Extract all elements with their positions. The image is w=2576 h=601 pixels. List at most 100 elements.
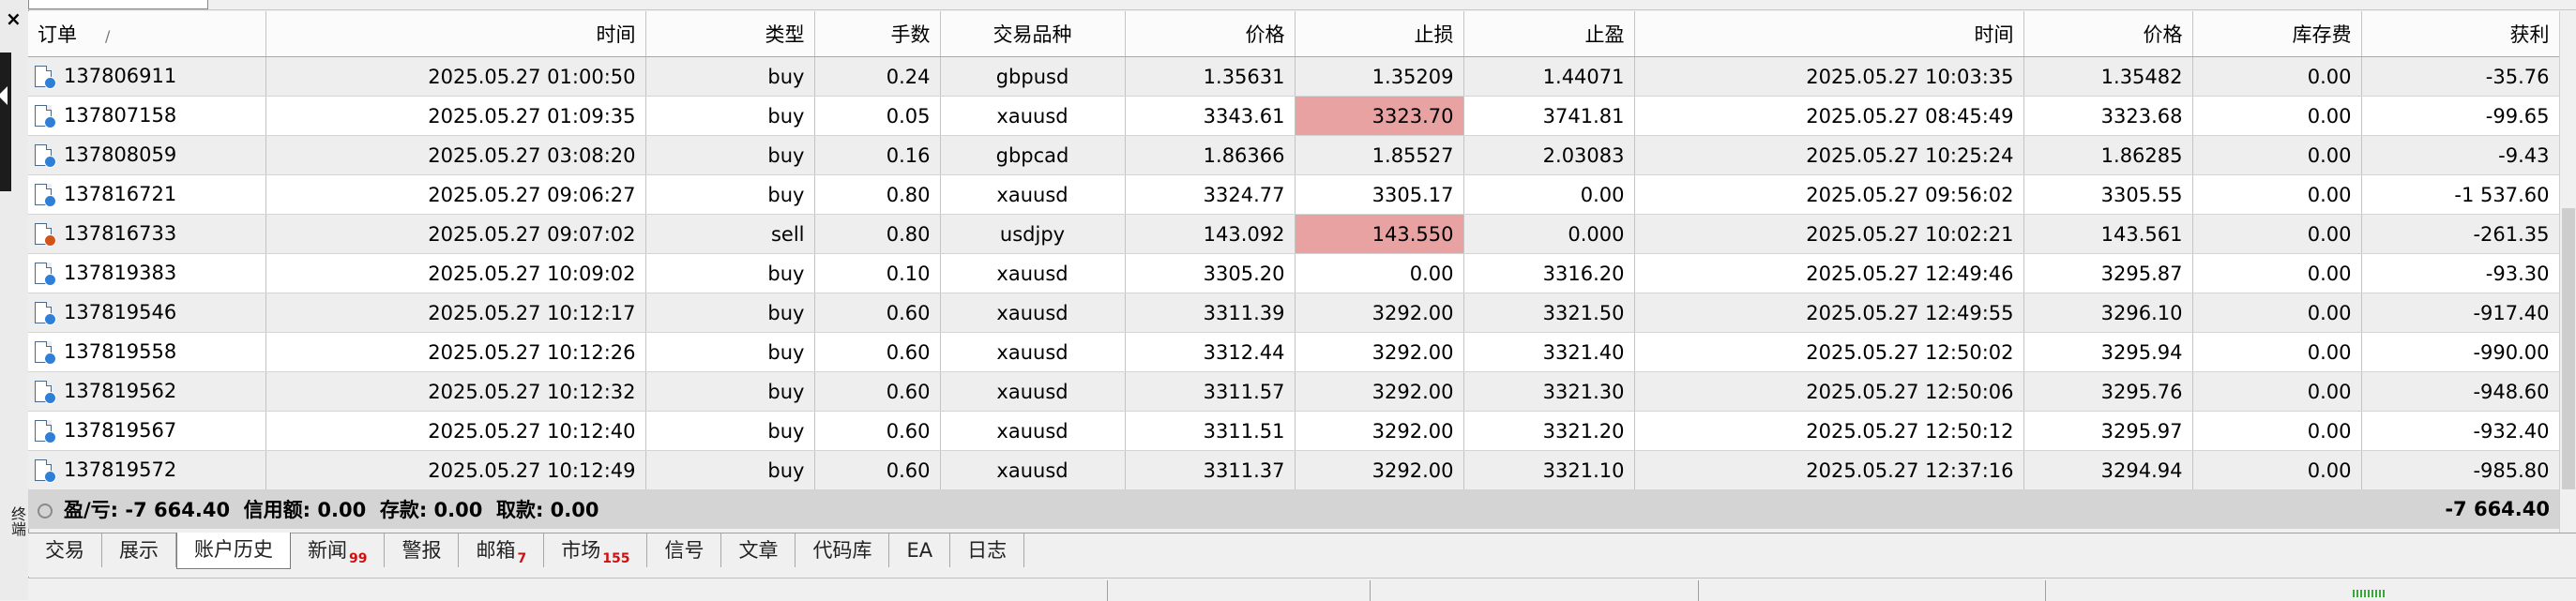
- column-header-sl[interactable]: 止损: [1295, 11, 1464, 57]
- tab-9[interactable]: 代码库: [796, 533, 890, 567]
- tab-10[interactable]: EA: [889, 533, 951, 567]
- vertical-scrollbar[interactable]: [2559, 11, 2576, 533]
- tab-1[interactable]: 展示: [102, 533, 176, 567]
- cell-value: buy: [767, 340, 805, 364]
- cell-value: 2025.05.27 01:00:50: [428, 65, 636, 88]
- column-header-label: 时间: [1974, 23, 2014, 46]
- cell-value: 3295.76: [2100, 380, 2183, 403]
- cell-value: 2025.05.27 10:12:26: [428, 340, 636, 364]
- column-header-open-price[interactable]: 价格: [1125, 11, 1296, 57]
- collapse-arrow-icon[interactable]: [0, 86, 8, 105]
- cell-value: 1.44071: [1542, 65, 1625, 88]
- cell-value: 137819558: [64, 339, 177, 363]
- tab-label: 交易: [45, 539, 84, 562]
- cell-value: 0.00: [2307, 65, 2352, 88]
- table-row[interactable]: 137819546 2025.05.27 10:12:17 buy 0.60 xauus…: [28, 293, 2560, 333]
- cell-open-price: 3311.51: [1125, 411, 1296, 451]
- cell-close-time: 2025.05.27 08:45:49: [1634, 96, 2024, 136]
- table-row[interactable]: 137819383 2025.05.27 10:09:02 buy 0.10 xauus…: [28, 253, 2560, 293]
- cell-tp: 2.03083: [1463, 135, 1635, 175]
- tab-2[interactable]: 账户历史: [176, 533, 291, 569]
- table-row[interactable]: 137816721 2025.05.27 09:06:27 buy 0.80 xauus…: [28, 174, 2560, 215]
- column-header-label: 类型: [765, 23, 805, 46]
- cell-profit: -990.00: [2361, 332, 2560, 372]
- terminal-side-label: 终端: [8, 506, 26, 536]
- cell-value: 1.85527: [1371, 143, 1454, 167]
- cell-value: xauusd: [996, 104, 1068, 128]
- tab-label: 市场: [561, 539, 601, 562]
- cell-value: xauusd: [996, 340, 1068, 364]
- table-row[interactable]: 137819562 2025.05.27 10:12:32 buy 0.60 xauus…: [28, 371, 2560, 412]
- cell-value: 143.092: [1203, 222, 1285, 246]
- cell-value: 2025.05.27 12:50:12: [1806, 419, 2014, 443]
- cell-symbol: gbpusd: [940, 56, 1126, 97]
- table-row[interactable]: 137816733 2025.05.27 09:07:02 sell 0.80 usdj…: [28, 214, 2560, 254]
- table-row[interactable]: 137819572 2025.05.27 10:12:49 buy 0.60 xauus…: [28, 450, 2560, 490]
- status-separator: [1107, 580, 1108, 601]
- cell-value: 3321.30: [1542, 380, 1625, 403]
- side-dark-strip: [0, 53, 11, 191]
- cell-value: -261.35: [2473, 222, 2550, 246]
- sell-trade-icon: [34, 222, 56, 247]
- cell-value: -948.60: [2473, 380, 2550, 403]
- cell-tp: 3321.20: [1463, 411, 1635, 451]
- column-header-close-price[interactable]: 价格: [2023, 11, 2193, 57]
- cell-close-price: 1.35482: [2023, 56, 2193, 97]
- column-header-close-time[interactable]: 时间: [1634, 11, 2024, 57]
- tab-5[interactable]: 邮箱 7: [459, 533, 545, 567]
- cell-value: 2025.05.27 12:49:46: [1806, 262, 2014, 285]
- cell-value: -1 537.60: [2454, 183, 2550, 206]
- cell-close-time: 2025.05.27 12:50:06: [1634, 371, 2024, 412]
- cell-value: 0.16: [886, 143, 931, 167]
- cell-open-time: 2025.05.27 03:08:20: [265, 135, 646, 175]
- column-header-lots[interactable]: 手数: [814, 11, 941, 57]
- cell-open-time: 2025.05.27 10:12:40: [265, 411, 646, 451]
- table-row[interactable]: 137807158 2025.05.27 01:09:35 buy 0.05 xauus…: [28, 96, 2560, 136]
- cell-value: 3305.20: [1203, 262, 1285, 285]
- column-header-open-time[interactable]: 时间: [265, 11, 646, 57]
- tab-0[interactable]: 交易: [28, 533, 102, 567]
- table-row[interactable]: 137808059 2025.05.27 03:08:20 buy 0.16 gbpca…: [28, 135, 2560, 175]
- cell-profit: -985.80: [2361, 450, 2560, 490]
- column-header-tp[interactable]: 止盈: [1463, 11, 1635, 57]
- tab-6[interactable]: 市场 155: [544, 533, 648, 567]
- cell-close-time: 2025.05.27 12:49:55: [1634, 293, 2024, 333]
- top-edge: [28, 0, 2576, 10]
- cell-value: xauusd: [996, 183, 1068, 206]
- table-row[interactable]: 137819567 2025.05.27 10:12:40 buy 0.60 xauus…: [28, 411, 2560, 451]
- column-header-symbol[interactable]: 交易品种: [940, 11, 1126, 57]
- column-header-profit[interactable]: 获利: [2361, 11, 2560, 57]
- cell-value: gbpusd: [995, 65, 1069, 88]
- cell-close-price: 3305.55: [2023, 174, 2193, 215]
- column-header-type[interactable]: 类型: [645, 11, 815, 57]
- tab-8[interactable]: 文章: [721, 533, 796, 567]
- terminal-tab-bar: 交易 展示 账户历史 新闻 99 警报 邮箱 7 市场 155 信号 文章 代码库 EA 日志: [28, 533, 2576, 577]
- column-header-label: 价格: [2143, 23, 2183, 46]
- table-row[interactable]: 137819558 2025.05.27 10:12:26 buy 0.60 xauus…: [28, 332, 2560, 372]
- cell-type: buy: [645, 253, 815, 293]
- cell-close-price: 3295.97: [2023, 411, 2193, 451]
- cell-symbol: xauusd: [940, 411, 1126, 451]
- cell-value: 2025.05.27 10:12:17: [428, 301, 636, 324]
- tab-label: EA: [906, 539, 933, 562]
- column-header-order[interactable]: 订单 /: [28, 11, 266, 57]
- cell-value: 2025.05.27 10:09:02: [428, 262, 636, 285]
- cell-sl: 143.550: [1295, 214, 1464, 254]
- tab-4[interactable]: 警报: [385, 533, 460, 567]
- cell-profit: -1 537.60: [2361, 174, 2560, 215]
- tab-7[interactable]: 信号: [647, 533, 722, 567]
- tab-3[interactable]: 新闻 99: [291, 533, 386, 567]
- history-table: 订单 / 时间 类型 手数 交易品种 价格 止损 止盈 时间 价格 库存费 获利 137806911 20…: [28, 11, 2560, 529]
- cell-value: 2025.05.27 08:45:49: [1806, 104, 2014, 128]
- cell-sl: 3292.00: [1295, 293, 1464, 333]
- scrollbar-thumb[interactable]: [2562, 208, 2575, 489]
- cell-value: 137816733: [64, 221, 177, 245]
- cell-order: 137806911: [28, 56, 266, 97]
- column-header-swap[interactable]: 库存费: [2192, 11, 2362, 57]
- cell-value: buy: [767, 104, 805, 128]
- cell-value: xauusd: [996, 380, 1068, 403]
- close-icon[interactable]: ×: [6, 9, 22, 28]
- table-row[interactable]: 137806911 2025.05.27 01:00:50 buy 0.24 gbpus…: [28, 56, 2560, 97]
- tab-11[interactable]: 日志: [950, 533, 1025, 567]
- cell-symbol: xauusd: [940, 174, 1126, 215]
